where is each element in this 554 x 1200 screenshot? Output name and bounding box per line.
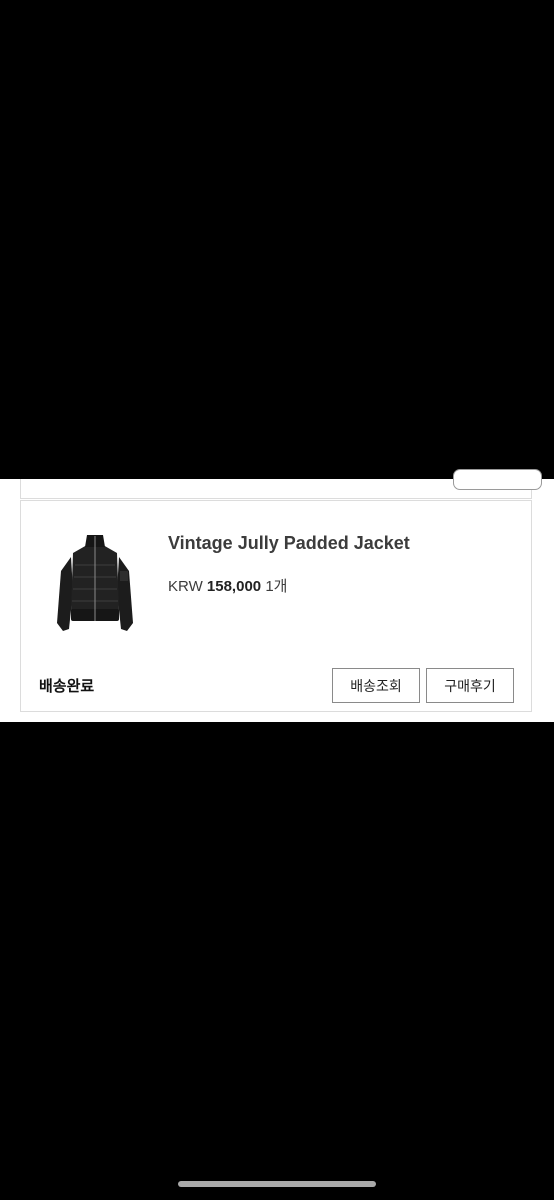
price-amount: 158,000	[206, 578, 262, 595]
jacket-sleeve-pocket	[120, 571, 128, 581]
previous-order-card-edge	[20, 469, 542, 499]
previous-card-button-edge[interactable]	[453, 469, 542, 490]
price-line: KRW 158,000 1개	[168, 575, 287, 596]
write-review-button-label: 구매후기	[444, 678, 496, 695]
item-quantity: 1개	[265, 578, 288, 595]
track-delivery-button[interactable]: 배송조회	[332, 668, 420, 703]
order-status-label: 배송완료	[39, 677, 95, 695]
jacket-right-sleeve	[117, 557, 133, 631]
track-delivery-button-label: 배송조회	[350, 678, 402, 695]
product-thumbnail-image[interactable]	[49, 531, 141, 641]
home-indicator[interactable]	[178, 1181, 376, 1187]
price-currency: KRW	[168, 578, 203, 595]
write-review-button[interactable]: 구매후기	[426, 668, 514, 703]
jacket-left-sleeve	[57, 557, 73, 631]
order-item-card: Vintage Jully Padded Jacket KRW 158,000 …	[20, 500, 532, 712]
product-name[interactable]: Vintage Jully Padded Jacket	[168, 533, 410, 554]
order-list-panel: Vintage Jully Padded Jacket KRW 158,000 …	[0, 469, 554, 722]
